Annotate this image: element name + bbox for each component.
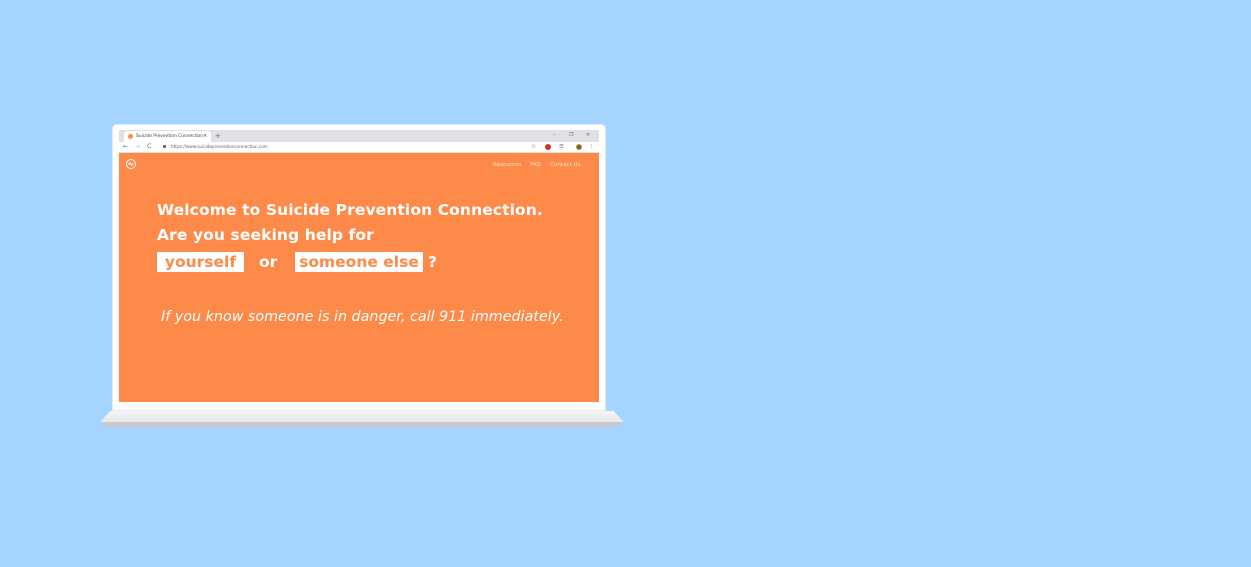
tab-strip: Suicide Prevention Connection × + – ❐ ✕ [119,130,599,142]
emergency-notice: If you know someone is in danger, call 9… [161,309,564,325]
tab-title: Suicide Prevention Connection [136,134,204,139]
headline-welcome: Welcome to Suicide Prevention Connection… [157,201,543,219]
new-tab-button[interactable]: + [215,130,221,142]
yourself-button[interactable]: yourself [157,252,244,272]
extension-icon[interactable] [545,144,551,150]
minimize-button[interactable]: – [553,130,556,141]
back-button[interactable]: ← [123,142,128,152]
nav-link-resources[interactable]: Resources [493,162,522,168]
or-text: or [259,253,278,271]
lock-icon [163,145,166,148]
website-hero: Resources FAQ Contact Us Welcome to Suic… [119,153,599,402]
address-bar[interactable]: https://www.suicidepreventionconnection.… [159,143,531,151]
nav-link-contact[interactable]: Contact Us [550,162,581,168]
restore-button[interactable]: ❐ [569,130,573,141]
nav-link-faq[interactable]: FAQ [530,162,541,168]
reload-button[interactable]: C [147,142,151,152]
someone-else-button[interactable]: someone else [295,252,423,272]
browser-window: Suicide Prevention Connection × + – ❐ ✕ … [119,130,599,402]
laptop-base [100,411,624,422]
browser-menu-icon[interactable]: ⋮ [589,142,595,152]
favicon-icon [128,134,133,139]
tab-close-icon[interactable]: × [203,131,207,142]
site-logo-icon[interactable] [126,159,136,169]
browser-tab[interactable]: Suicide Prevention Connection × [124,131,211,142]
extension-menu-icon[interactable]: ☰ [559,142,564,152]
close-window-button[interactable]: ✕ [586,130,590,141]
laptop-base-edge [103,422,621,427]
headline-question: Are you seeking help for [157,226,374,244]
bookmark-star-icon[interactable]: ☆ [531,142,536,152]
browser-toolbar: ← → C https://www.suicidepreventionconne… [119,142,599,153]
laptop-mockup: Suicide Prevention Connection × + – ❐ ✕ … [100,124,624,429]
laptop-lid: Suicide Prevention Connection × + – ❐ ✕ … [112,124,606,411]
question-mark: ? [428,253,437,271]
profile-avatar[interactable] [576,144,582,150]
url-text: https://www.suicidepreventionconnection.… [171,144,268,149]
forward-button[interactable]: → [135,142,140,152]
